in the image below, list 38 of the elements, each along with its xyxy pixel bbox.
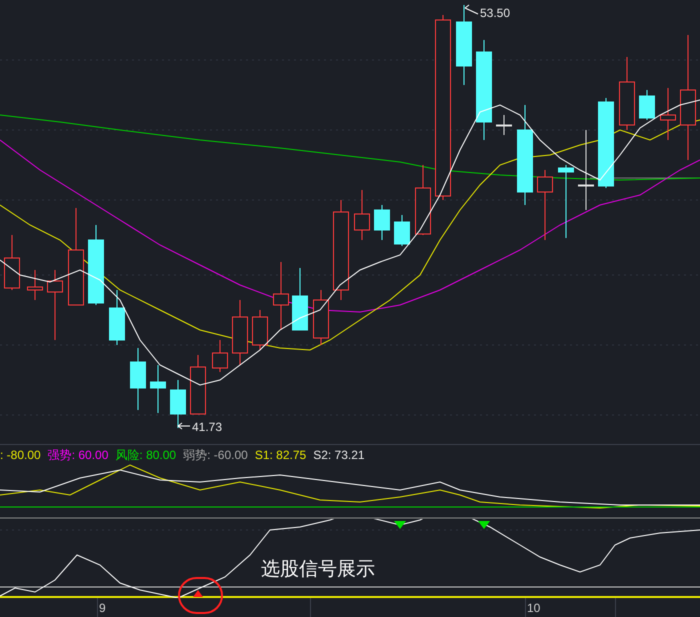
candlestick (394, 214, 410, 246)
candlestick (273, 262, 289, 330)
arrow-icon (177, 422, 190, 430)
indicator-legend-item: 强势: 60.00 (48, 448, 108, 460)
candlestick (292, 268, 308, 330)
candlestick (537, 170, 553, 240)
candlestick (170, 380, 186, 428)
candlestick (4, 234, 20, 290)
candlestick (354, 190, 370, 240)
indicator-legend-item: 风险: 80.00 (115, 448, 176, 460)
candlestick (109, 290, 125, 346)
indicator-legend-item: 弱势: -60.00 (183, 448, 248, 460)
candlestick (232, 300, 248, 366)
annotation-text: 选股信号展示 (261, 558, 375, 582)
candlestick (374, 204, 390, 240)
indicator-legend-item: S1: 82.75 (254, 448, 306, 460)
down-triangle-icon (478, 521, 490, 529)
indicator-legend-item: : -80.00 (0, 448, 41, 460)
low-price-label: 41.73 (192, 420, 222, 434)
candlestick (415, 164, 431, 236)
candlestick (130, 348, 146, 410)
down-triangle-icon (394, 521, 406, 529)
candlestick (496, 114, 512, 136)
candlestick (639, 90, 655, 120)
candlestick (660, 88, 676, 140)
candlestick (47, 270, 63, 340)
pointer-icon (464, 4, 478, 14)
candlestick (313, 290, 329, 346)
candlestick (212, 340, 228, 372)
candlestick (190, 354, 206, 414)
high-price-label: 53.50 (480, 6, 510, 20)
axis-label: 10 (527, 600, 540, 617)
indicator-legend-item: S2: 73.21 (313, 448, 365, 460)
candlestick (27, 270, 43, 300)
up-triangle-icon (193, 590, 203, 597)
candlestick (252, 310, 268, 350)
axis-label: 9 (99, 600, 106, 617)
candlestick (150, 364, 166, 414)
